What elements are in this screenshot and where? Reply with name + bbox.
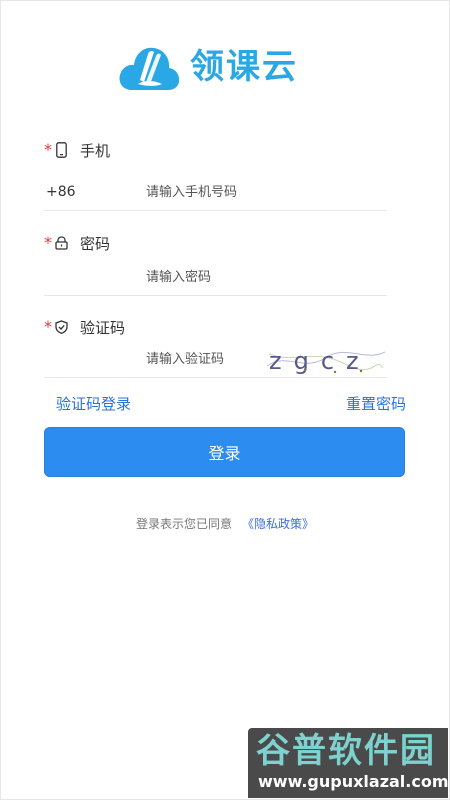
required-mark: *	[44, 316, 52, 336]
auth-links: 验证码登录 重置密码	[56, 393, 406, 414]
captcha-label-row: * 验证码	[44, 317, 387, 337]
watermark-url: www.gupuxlazal.com	[258, 772, 448, 791]
password-input[interactable]	[146, 265, 376, 289]
required-mark: *	[44, 139, 52, 159]
brand-logo: 领课云	[118, 40, 298, 94]
captcha-label: 验证码	[80, 318, 126, 337]
lock-icon	[54, 235, 68, 251]
password-field-group: * 密码	[44, 233, 387, 296]
phone-input[interactable]	[146, 180, 376, 204]
brand-name: 领课云	[190, 47, 298, 87]
captcha-input[interactable]	[146, 347, 256, 371]
captcha-input-row: zgcz	[44, 341, 387, 378]
cloud-book-logo-icon	[119, 47, 180, 90]
watermark-title: 谷普软件园	[256, 731, 436, 771]
password-input-row	[44, 259, 387, 296]
phone-icon	[54, 142, 68, 158]
captcha-field-group: * 验证码 zgcz	[44, 317, 387, 378]
agreement-text: 登录表示您已同意 《隐私政策》	[0, 515, 450, 532]
password-label: 密码	[80, 234, 111, 253]
privacy-policy-link[interactable]: 《隐私政策》	[242, 517, 314, 531]
phone-label: 手机	[80, 141, 111, 160]
captcha-image[interactable]: zgcz	[265, 342, 387, 376]
sms-login-link[interactable]: 验证码登录	[56, 393, 131, 414]
country-code[interactable]: +86	[44, 184, 146, 200]
reset-password-link[interactable]: 重置密码	[346, 393, 406, 414]
phone-field-group: * 手机 +86	[44, 140, 387, 211]
password-label-row: * 密码	[44, 233, 387, 253]
site-watermark: 谷普软件园 www.gupuxlazal.com	[248, 728, 448, 798]
captcha-text: zgcz	[269, 347, 371, 375]
phone-input-row: +86	[44, 174, 387, 211]
login-button[interactable]: 登录	[44, 427, 405, 477]
phone-label-row: * 手机	[44, 140, 387, 160]
shield-check-icon	[54, 319, 68, 335]
required-mark: *	[44, 232, 52, 252]
agreement-prefix: 登录表示您已同意	[135, 517, 232, 531]
